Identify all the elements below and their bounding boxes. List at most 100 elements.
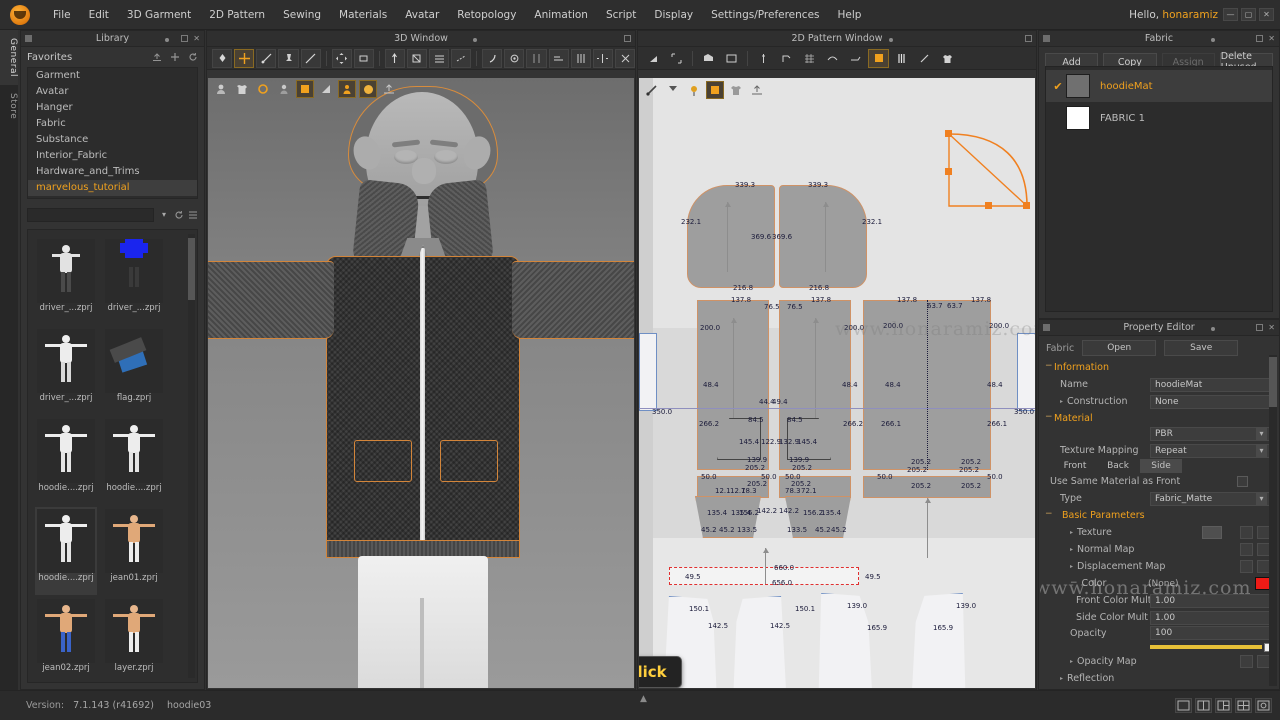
show-pattern-icon[interactable] — [254, 80, 272, 98]
transform-garment-icon[interactable] — [234, 48, 255, 68]
zipper-icon[interactable] — [384, 48, 405, 68]
favorite-item-fabric[interactable]: Fabric — [28, 116, 197, 132]
menu-item-avatar[interactable]: Avatar — [396, 5, 448, 25]
list-item[interactable]: jean02.zprj — [35, 597, 97, 682]
menu-item-display[interactable]: Display — [645, 5, 702, 25]
group-physical-property[interactable]: Physical Property — [1040, 687, 1278, 688]
side-color-mult-value[interactable]: 1.00 — [1150, 610, 1270, 625]
construction-value[interactable]: None — [1150, 394, 1270, 409]
menu-item-settings-preferences[interactable]: Settings/Preferences — [702, 5, 828, 25]
opacity-value[interactable]: 100 — [1150, 626, 1270, 640]
button-icon[interactable] — [406, 48, 428, 68]
panel-close-icon[interactable]: ✕ — [1268, 324, 1275, 332]
panel-menu-icon[interactable] — [164, 38, 169, 42]
front-color-mult-value[interactable]: 1.00 — [1150, 593, 1270, 608]
trim-icon[interactable] — [526, 48, 547, 68]
export-icon[interactable] — [748, 81, 766, 99]
panel-menu-icon[interactable] — [473, 38, 477, 42]
polygon-icon[interactable] — [698, 49, 719, 68]
menu-item-animation[interactable]: Animation — [525, 5, 597, 25]
garment-icon[interactable] — [233, 80, 251, 98]
skin-icon[interactable] — [338, 80, 356, 98]
list-item[interactable]: driver_...zprj — [35, 327, 97, 415]
panel-menu-icon[interactable] — [1211, 38, 1215, 42]
list-view-icon[interactable] — [188, 210, 198, 220]
internal-line-icon[interactable] — [822, 49, 843, 68]
topstitch-icon[interactable] — [451, 48, 472, 68]
group-information[interactable]: Information — [1040, 359, 1278, 376]
texture-preview[interactable] — [1202, 526, 1222, 539]
favorite-item-avatar[interactable]: Avatar — [28, 84, 197, 100]
select-mesh-icon[interactable] — [212, 48, 233, 68]
color-label[interactable]: Color — [1050, 578, 1107, 589]
list-item[interactable]: hoodie....zprj — [35, 417, 97, 505]
gather-icon[interactable] — [548, 48, 569, 68]
pin-icon[interactable] — [685, 81, 703, 99]
scissors-icon[interactable] — [614, 48, 636, 68]
group-material[interactable]: Material — [1040, 410, 1278, 427]
menu-item-retopology[interactable]: Retopology — [448, 5, 525, 25]
render-icon[interactable] — [380, 80, 398, 98]
opacity-map-label[interactable]: Opacity Map — [1050, 656, 1137, 667]
buttonhole-icon[interactable] — [429, 48, 450, 68]
import-icon[interactable] — [152, 52, 162, 62]
texture-label[interactable]: Texture — [1050, 527, 1112, 538]
transform-pattern-icon[interactable] — [666, 49, 687, 68]
add-icon[interactable] — [170, 52, 180, 62]
library-scrollbar[interactable] — [188, 234, 195, 678]
panel-menu-icon[interactable] — [1211, 327, 1215, 331]
refresh-list-icon[interactable] — [174, 210, 184, 220]
sphere-icon[interactable] — [359, 80, 377, 98]
edit-pattern-icon[interactable] — [256, 48, 277, 68]
panel-float-icon[interactable] — [1256, 35, 1264, 42]
pleat-icon[interactable] — [891, 49, 912, 68]
garment-icon[interactable] — [937, 49, 958, 68]
menu-item-2d-pattern[interactable]: 2D Pattern — [200, 5, 274, 25]
panel-float-icon[interactable] — [1256, 324, 1264, 331]
thin-view-icon[interactable] — [317, 80, 335, 98]
tab-front[interactable]: Front — [1054, 459, 1096, 473]
fold-icon[interactable] — [776, 49, 797, 68]
maximize-button[interactable]: ▢ — [1241, 8, 1256, 21]
save-fabric-button[interactable]: Save — [1164, 340, 1239, 356]
list-item[interactable]: driver_...zprj — [103, 237, 165, 325]
pattern-piece-hood-right[interactable] — [779, 185, 867, 288]
fabric-list-item-hoodiemat[interactable]: ✔ hoodieMat — [1046, 70, 1272, 102]
displacement-map-browse-icon[interactable] — [1240, 560, 1253, 573]
avatar-icon[interactable] — [212, 80, 230, 98]
displacement-map-label[interactable]: Displacement Map — [1050, 561, 1165, 572]
list-item-selected[interactable]: hoodie....zprj — [35, 507, 97, 595]
attach-icon[interactable] — [482, 48, 503, 68]
menu-item-script[interactable]: Script — [597, 5, 645, 25]
chevron-down-icon[interactable]: ▾ — [158, 210, 170, 219]
favorite-item-garment[interactable]: Garment — [28, 68, 197, 84]
pleat-icon[interactable] — [570, 48, 591, 68]
minimize-button[interactable]: — — [1223, 8, 1238, 21]
collapse-arrow-icon[interactable]: ▲ — [640, 694, 647, 704]
username-label[interactable]: honaramiz — [1162, 9, 1218, 21]
list-item[interactable]: jean01.zprj — [103, 507, 165, 595]
construction-label[interactable]: Construction — [1050, 396, 1128, 407]
panel-close-icon[interactable]: ✕ — [1268, 35, 1275, 43]
pin-icon[interactable] — [753, 49, 774, 68]
fabric-swatch[interactable] — [1066, 106, 1090, 130]
vtab-general[interactable]: General — [0, 30, 18, 85]
name-value[interactable]: hoodieMat — [1150, 377, 1270, 392]
open-fabric-button[interactable]: Open — [1082, 340, 1157, 356]
triple-view-icon[interactable] — [1215, 698, 1232, 713]
reflection-label[interactable]: Reflection — [1050, 673, 1114, 684]
close-button[interactable]: ✕ — [1259, 8, 1274, 21]
menu-item-help[interactable]: Help — [829, 5, 871, 25]
panel-float-icon[interactable] — [624, 35, 631, 42]
panel-drag-handle-icon[interactable] — [1043, 35, 1050, 42]
list-item[interactable]: layer.zprj — [103, 597, 165, 682]
texture-mapping-value[interactable]: Repeat — [1150, 443, 1270, 458]
panel-menu-icon[interactable] — [889, 38, 893, 42]
symmetric-icon[interactable] — [592, 48, 613, 68]
menu-item-edit[interactable]: Edit — [80, 5, 118, 25]
tape-icon[interactable] — [504, 48, 525, 68]
texture-browse-icon[interactable] — [1240, 526, 1253, 539]
type-value[interactable]: Fabric_Matte — [1150, 491, 1270, 506]
list-item[interactable]: hoodie....zprj — [103, 417, 165, 505]
panel-drag-handle-icon[interactable] — [25, 35, 32, 42]
